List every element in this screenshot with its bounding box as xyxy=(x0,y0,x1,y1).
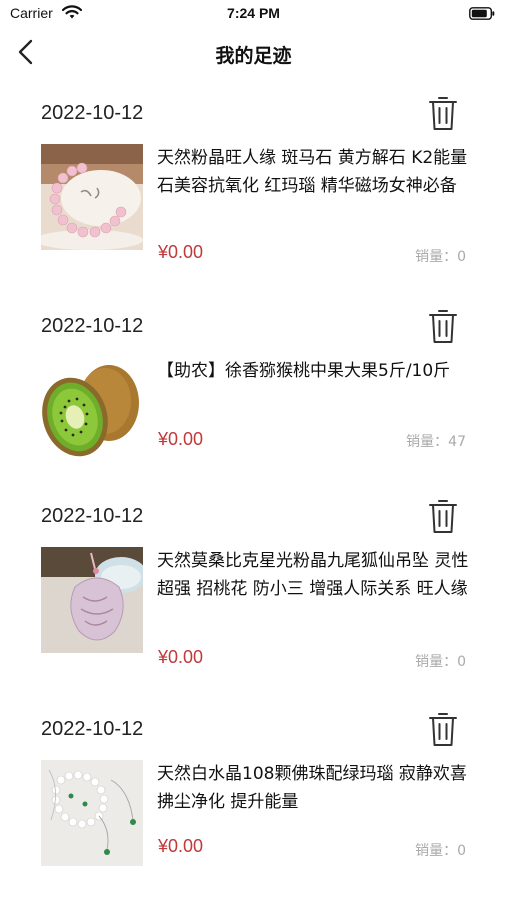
trash-icon xyxy=(429,500,457,533)
footprint-item: 2022-10-12 xyxy=(0,500,507,705)
product-sales: 销量：0 xyxy=(415,654,466,670)
status-bar: Carrier 7:24 PM xyxy=(0,0,507,28)
product-price: ¥0.00 xyxy=(158,836,204,856)
product-price: ¥0.00 xyxy=(158,242,204,262)
product-card[interactable]: 【助农】徐香猕猴桃中果大果5斤/10斤 ¥0.00 销量：47 xyxy=(41,357,471,477)
status-time: 7:24 PM xyxy=(227,5,280,21)
product-image-pink-crystal-bracelet xyxy=(41,144,143,250)
product-sales: 销量：0 xyxy=(415,249,466,265)
product-card[interactable]: 天然粉晶旺人缘 斑马石 黄方解石 K2能量石美容抗氧化 红玛瑙 精华磁场女神必备… xyxy=(41,144,471,265)
product-image-kiwi-fruit xyxy=(41,357,143,463)
delete-button[interactable] xyxy=(426,710,460,750)
trash-icon xyxy=(429,713,457,746)
product-price: ¥0.00 xyxy=(158,429,204,449)
product-sales: 销量：0 xyxy=(415,843,466,859)
footprint-item: 2022-10-12 xyxy=(0,97,507,302)
product-image-white-crystal-beads xyxy=(41,760,143,866)
page-title: 我的足迹 xyxy=(215,45,292,67)
product-title: 天然莫桑比克星光粉晶九尾狐仙吊坠 灵性超强 招桃花 防小三 增强人际关系 旺人缘 xyxy=(157,551,469,599)
product-card[interactable]: 天然莫桑比克星光粉晶九尾狐仙吊坠 灵性超强 招桃花 防小三 增强人际关系 旺人缘… xyxy=(41,547,471,670)
product-title: 【助农】徐香猕猴桃中果大果5斤/10斤 xyxy=(157,361,451,381)
product-image-pink-fox-pendant xyxy=(41,547,143,653)
product-title: 天然粉晶旺人缘 斑马石 黄方解石 K2能量石美容抗氧化 红玛瑙 精华磁场女神必备 xyxy=(157,148,468,196)
footprint-date: 2022-10-12 xyxy=(41,315,144,337)
delete-button[interactable] xyxy=(426,94,460,134)
footprint-item: 2022-10-12 xyxy=(0,713,507,900)
product-sales: 销量：47 xyxy=(406,434,466,450)
product-title: 天然白水晶108颗佛珠配绿玛瑙 寂静欢喜 拂尘净化 提升能量 xyxy=(157,764,467,812)
trash-icon xyxy=(429,97,457,130)
footprint-date: 2022-10-12 xyxy=(41,718,144,740)
footprint-item: 2022-10-12 xyxy=(0,310,507,515)
nav-bar: 我的足迹 xyxy=(0,28,507,78)
footprint-date: 2022-10-12 xyxy=(41,102,144,124)
trash-icon xyxy=(429,310,457,343)
product-card[interactable]: 天然白水晶108颗佛珠配绿玛瑙 寂静欢喜 拂尘净化 提升能量 ¥0.00 销量：… xyxy=(41,760,471,880)
delete-button[interactable] xyxy=(426,307,460,347)
battery-icon xyxy=(469,7,495,20)
footprint-date: 2022-10-12 xyxy=(41,505,144,527)
product-price: ¥0.00 xyxy=(158,647,204,667)
delete-button[interactable] xyxy=(426,497,460,537)
